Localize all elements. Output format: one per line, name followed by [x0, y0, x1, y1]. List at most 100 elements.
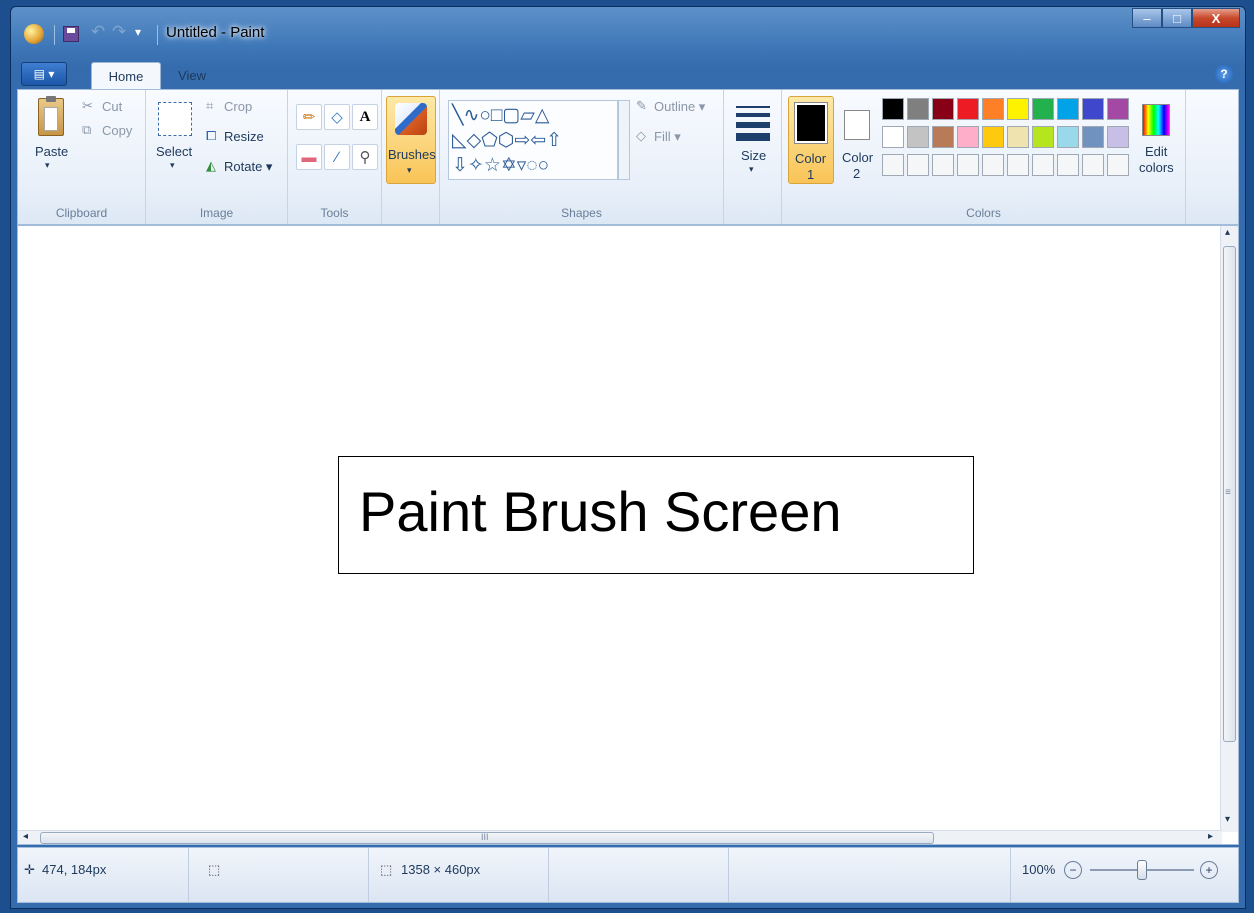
select-button[interactable]: Select ▾: [154, 96, 196, 182]
copy-button[interactable]: ⧉ Copy: [80, 122, 140, 142]
canvas-size: 1358 × 460px: [401, 862, 481, 877]
quick-access-separator: [54, 25, 55, 45]
color-swatch[interactable]: [1057, 154, 1079, 176]
shapes-scroll[interactable]: [618, 100, 630, 180]
cursor-position-icon: ✛: [24, 862, 35, 877]
size-group: Size ▾: [724, 90, 782, 224]
color-swatch[interactable]: [1082, 126, 1104, 148]
outline-icon: ✎: [636, 98, 647, 113]
redo-icon[interactable]: ↷: [112, 22, 126, 42]
color-swatch[interactable]: [1007, 126, 1029, 148]
brushes-group: Brushes ▾: [382, 90, 440, 224]
help-icon[interactable]: ?: [1215, 65, 1233, 83]
color-swatch[interactable]: [1032, 154, 1054, 176]
color-swatch[interactable]: [932, 98, 954, 120]
shapes-row-2[interactable]: ◺◇⬠⬡⇨⇦⇧: [452, 129, 562, 152]
cut-button[interactable]: ✂ Cut: [80, 98, 136, 118]
copy-label: Copy: [102, 123, 133, 138]
text-tool-icon[interactable]: A: [352, 104, 378, 130]
paste-button[interactable]: Paste ▾: [30, 96, 70, 180]
color-swatch[interactable]: [982, 154, 1004, 176]
close-button[interactable]: X: [1192, 8, 1240, 28]
size-button[interactable]: Size ▾: [732, 100, 774, 184]
zoom-in-button[interactable]: +: [1200, 861, 1218, 879]
color-swatch[interactable]: [957, 98, 979, 120]
color-swatch[interactable]: [1082, 98, 1104, 120]
color-swatch[interactable]: [1107, 154, 1129, 176]
crop-button[interactable]: ⌗ Crop: [204, 98, 274, 118]
color-swatch[interactable]: [882, 98, 904, 120]
line-width-icon: [736, 106, 770, 141]
color1-button[interactable]: Color 1: [788, 96, 834, 184]
eraser-icon[interactable]: ▬: [296, 144, 322, 170]
color-swatch[interactable]: [982, 126, 1004, 148]
fill-button[interactable]: ◇ Fill ▾: [634, 128, 704, 148]
outline-button[interactable]: ✎ Outline ▾: [634, 98, 720, 118]
scroll-left-icon[interactable]: ◂: [23, 831, 28, 842]
color-swatch[interactable]: [907, 126, 929, 148]
pencil-icon[interactable]: ✏: [296, 104, 322, 130]
edit-colors-button[interactable]: Edit colors: [1134, 96, 1180, 184]
vertical-scroll-thumb[interactable]: ≡: [1223, 246, 1236, 742]
color-swatch[interactable]: [1057, 98, 1079, 120]
status-separator: [1010, 848, 1011, 902]
undo-icon[interactable]: ↶: [91, 22, 105, 42]
rotate-button[interactable]: ◭ Rotate ▾: [204, 158, 284, 178]
copy-icon: ⧉: [82, 122, 92, 137]
color-swatch[interactable]: [1032, 98, 1054, 120]
canvas-area[interactable]: Paint Brush Screen ▴ ≡ ▾ ◂ III ▸: [17, 225, 1239, 845]
color-swatch[interactable]: [957, 154, 979, 176]
save-icon[interactable]: [63, 26, 79, 42]
tab-view[interactable]: View: [167, 62, 217, 89]
shapes-row-1[interactable]: ╲∿○□▢▱△: [452, 104, 550, 127]
color-swatch[interactable]: [1107, 98, 1129, 120]
color-swatch[interactable]: [907, 154, 929, 176]
color1-number: 1: [807, 167, 815, 182]
zoom-out-icon: −: [1069, 863, 1077, 877]
color-swatch[interactable]: [882, 154, 904, 176]
select-arrow-icon: ▾: [170, 160, 175, 170]
color-swatch[interactable]: [1032, 126, 1054, 148]
color-swatch[interactable]: [907, 98, 929, 120]
zoom-out-button[interactable]: −: [1064, 861, 1082, 879]
fill-bucket-icon[interactable]: ◇: [324, 104, 350, 130]
maximize-button[interactable]: □: [1162, 8, 1192, 28]
color-swatch[interactable]: [1082, 154, 1104, 176]
magnifier-icon[interactable]: ⚲: [352, 144, 378, 170]
horizontal-scroll-thumb[interactable]: III: [40, 832, 934, 844]
vertical-scrollbar[interactable]: ▴ ≡ ▾: [1220, 226, 1238, 832]
color2-button[interactable]: Color 2: [838, 96, 880, 184]
color-swatch[interactable]: [932, 154, 954, 176]
color-swatch[interactable]: [1107, 126, 1129, 148]
zoom-slider[interactable]: [1090, 860, 1194, 880]
paint-menu-button[interactable]: ▤ ▾: [21, 62, 67, 86]
color-swatch[interactable]: [1057, 126, 1079, 148]
tab-home[interactable]: Home: [91, 62, 161, 89]
scroll-down-icon[interactable]: ▾: [1225, 814, 1230, 825]
quick-access-menu-icon[interactable]: ▾: [135, 25, 141, 39]
scroll-right-icon[interactable]: ▸: [1208, 831, 1213, 842]
brushes-button[interactable]: Brushes ▾: [386, 96, 436, 184]
zoom-slider-thumb[interactable]: [1137, 860, 1147, 880]
color-swatch[interactable]: [957, 126, 979, 148]
color-swatch[interactable]: [982, 98, 1004, 120]
colors-group-label: Colors: [966, 206, 1001, 220]
color-swatch[interactable]: [1007, 98, 1029, 120]
canvas-caption: Paint Brush Screen: [359, 480, 842, 543]
color-swatch[interactable]: [1007, 154, 1029, 176]
brushes-arrow-icon: ▾: [407, 165, 412, 175]
status-separator: [188, 848, 189, 902]
shapes-row-3[interactable]: ⇩✧☆✡▿◌○: [452, 154, 549, 177]
color-picker-icon[interactable]: ∕: [324, 144, 350, 170]
minimize-button[interactable]: ‒: [1132, 8, 1162, 28]
color-swatch[interactable]: [932, 126, 954, 148]
shapes-gallery[interactable]: ╲∿○□▢▱△ ◺◇⬠⬡⇨⇦⇧ ⇩✧☆✡▿◌○: [448, 100, 618, 180]
horizontal-scrollbar[interactable]: ◂ III ▸: [18, 830, 1222, 844]
color2-swatch: [844, 110, 870, 140]
size-arrow-icon: ▾: [749, 164, 754, 174]
paint-app-icon[interactable]: [24, 24, 44, 44]
resize-button[interactable]: ⧠ Resize: [204, 128, 280, 148]
scroll-up-icon[interactable]: ▴: [1225, 227, 1230, 238]
status-separator: [548, 848, 549, 902]
color-swatch[interactable]: [882, 126, 904, 148]
